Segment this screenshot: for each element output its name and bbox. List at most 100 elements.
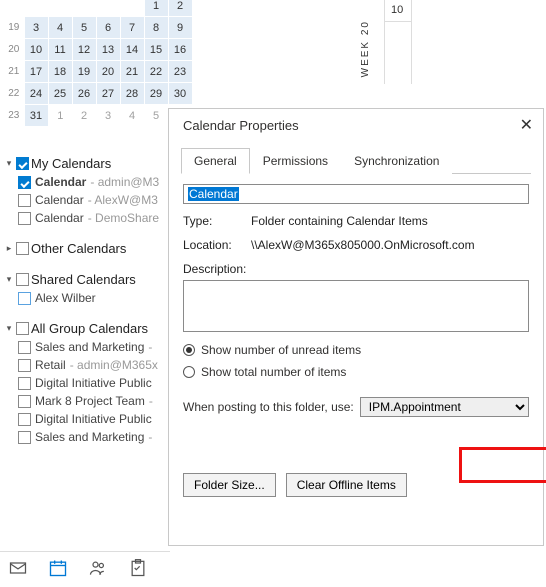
calendar-day[interactable]: 13 bbox=[96, 39, 120, 61]
calendar-item[interactable]: Calendar - admin@M3 bbox=[18, 175, 164, 189]
calendar-day[interactable]: 2 bbox=[72, 105, 96, 127]
calendar-icon[interactable] bbox=[48, 558, 68, 581]
group-label: My Calendars bbox=[31, 156, 111, 171]
clear-offline-items-button[interactable]: Clear Offline Items bbox=[286, 473, 407, 497]
radio-total-items[interactable]: Show total number of items bbox=[183, 365, 529, 379]
item-label: Mark 8 Project Team bbox=[35, 394, 145, 408]
calendar-day[interactable]: 7 bbox=[120, 17, 144, 39]
calendar-day[interactable]: 3 bbox=[24, 17, 48, 39]
calendar-day[interactable]: 11 bbox=[48, 39, 72, 61]
tab-synchronization[interactable]: Synchronization bbox=[341, 148, 452, 174]
group-shared-calendars[interactable]: ▾ Shared Calendars bbox=[4, 272, 164, 287]
calendar-day bbox=[48, 0, 72, 17]
calendar-day[interactable]: 1 bbox=[48, 105, 72, 127]
item-label: Digital Initiative Public bbox=[35, 376, 152, 390]
group-checkbox[interactable] bbox=[16, 242, 29, 255]
calendar-day[interactable]: 4 bbox=[120, 105, 144, 127]
calendar-day[interactable]: 29 bbox=[144, 83, 168, 105]
calendar-day[interactable]: 6 bbox=[96, 17, 120, 39]
calendar-day[interactable]: 5 bbox=[144, 105, 168, 127]
group-other-calendars[interactable]: ▸ Other Calendars bbox=[4, 241, 164, 256]
calendar-day[interactable]: 14 bbox=[120, 39, 144, 61]
people-icon[interactable] bbox=[88, 558, 108, 581]
calendar-day[interactable]: 2 bbox=[168, 0, 192, 17]
calendar-day[interactable]: 24 bbox=[24, 83, 48, 105]
calendar-day[interactable]: 25 bbox=[48, 83, 72, 105]
calendar-day[interactable]: 28 bbox=[120, 83, 144, 105]
calendar-item[interactable]: Mark 8 Project Team - bbox=[18, 394, 164, 408]
calendar-item[interactable]: Alex Wilber bbox=[18, 291, 164, 305]
description-field[interactable] bbox=[183, 280, 529, 332]
calendar-day[interactable]: 8 bbox=[144, 17, 168, 39]
calendar-day[interactable]: 19 bbox=[72, 61, 96, 83]
checkbox[interactable] bbox=[18, 176, 31, 189]
checkbox[interactable] bbox=[18, 377, 31, 390]
group-all-group-calendars[interactable]: ▾ All Group Calendars bbox=[4, 321, 164, 336]
group-checkbox[interactable] bbox=[16, 157, 29, 170]
calendar-day[interactable]: 15 bbox=[144, 39, 168, 61]
calendar-item[interactable]: Sales and Marketing - bbox=[18, 430, 164, 444]
calendar-item[interactable]: Calendar - DemoShare bbox=[18, 211, 164, 225]
calendar-item[interactable]: Calendar - AlexW@M3 bbox=[18, 193, 164, 207]
group-checkbox[interactable] bbox=[16, 322, 29, 335]
group-checkbox[interactable] bbox=[16, 273, 29, 286]
calendar-day[interactable]: 30 bbox=[168, 83, 192, 105]
calendar-day[interactable]: 21 bbox=[120, 61, 144, 83]
location-label: Location: bbox=[183, 238, 251, 252]
item-label: Digital Initiative Public bbox=[35, 412, 152, 426]
dialog-tabs: General Permissions Synchronization bbox=[181, 147, 531, 174]
calendar-day[interactable]: 20 bbox=[96, 61, 120, 83]
calendar-item[interactable]: Retail - admin@M365x bbox=[18, 358, 164, 372]
checkbox[interactable] bbox=[18, 194, 31, 207]
week-number: 22 bbox=[4, 83, 24, 105]
calendar-item[interactable]: Digital Initiative Public bbox=[18, 376, 164, 390]
calendar-day[interactable]: 31 bbox=[24, 105, 48, 127]
calendar-day[interactable]: 26 bbox=[72, 83, 96, 105]
checkbox[interactable] bbox=[18, 395, 31, 408]
item-label: Sales and Marketing bbox=[35, 340, 144, 354]
calendar-day[interactable]: 16 bbox=[168, 39, 192, 61]
calendar-day[interactable]: 27 bbox=[96, 83, 120, 105]
calendar-day[interactable]: 10 bbox=[24, 39, 48, 61]
posting-select[interactable]: IPM.Appointment bbox=[360, 397, 529, 417]
group-my-calendars[interactable]: ▾ My Calendars bbox=[4, 156, 164, 171]
calendar-day[interactable]: 5 bbox=[72, 17, 96, 39]
mail-icon[interactable] bbox=[8, 558, 28, 581]
radio-label: Show total number of items bbox=[201, 365, 346, 379]
radio-icon bbox=[183, 366, 195, 378]
tasks-icon[interactable] bbox=[128, 558, 148, 581]
item-sublabel: - bbox=[149, 394, 153, 408]
calendar-day[interactable]: 22 bbox=[144, 61, 168, 83]
item-label: Calendar bbox=[35, 211, 84, 225]
calendar-item[interactable]: Digital Initiative Public bbox=[18, 412, 164, 426]
calendar-day[interactable]: 12 bbox=[72, 39, 96, 61]
calendar-day[interactable]: 23 bbox=[168, 61, 192, 83]
item-sublabel: - AlexW@M3 bbox=[88, 193, 158, 207]
checkbox[interactable] bbox=[18, 413, 31, 426]
calendar-day[interactable]: 18 bbox=[48, 61, 72, 83]
type-value: Folder containing Calendar Items bbox=[251, 214, 428, 228]
tab-permissions[interactable]: Permissions bbox=[250, 148, 341, 174]
folder-size-button[interactable]: Folder Size... bbox=[183, 473, 276, 497]
calendar-day[interactable]: 4 bbox=[48, 17, 72, 39]
calendar-day[interactable]: 9 bbox=[168, 17, 192, 39]
location-value: \\AlexW@M365x805000.OnMicrosoft.com bbox=[251, 238, 475, 252]
radio-unread-items[interactable]: Show number of unread items bbox=[183, 343, 529, 357]
calendar-day[interactable]: 17 bbox=[24, 61, 48, 83]
checkbox[interactable] bbox=[18, 431, 31, 444]
checkbox[interactable] bbox=[18, 212, 31, 225]
close-icon[interactable]: ✕ bbox=[520, 115, 533, 135]
calendar-item[interactable]: Sales and Marketing - bbox=[18, 340, 164, 354]
mini-calendar[interactable]: 1219345678920101112131415162117181920212… bbox=[4, 0, 193, 127]
checkbox[interactable] bbox=[18, 341, 31, 354]
checkbox[interactable] bbox=[18, 292, 31, 305]
calendar-date-cell[interactable]: 10 bbox=[385, 0, 411, 22]
calendar-day[interactable]: 3 bbox=[96, 105, 120, 127]
item-sublabel: - admin@M3 bbox=[90, 175, 159, 189]
item-label: Retail bbox=[35, 358, 66, 372]
calendar-day[interactable]: 1 bbox=[144, 0, 168, 17]
week-number: 23 bbox=[4, 105, 24, 127]
folder-name-field[interactable]: Calendar bbox=[183, 184, 529, 204]
tab-general[interactable]: General bbox=[181, 148, 250, 174]
checkbox[interactable] bbox=[18, 359, 31, 372]
